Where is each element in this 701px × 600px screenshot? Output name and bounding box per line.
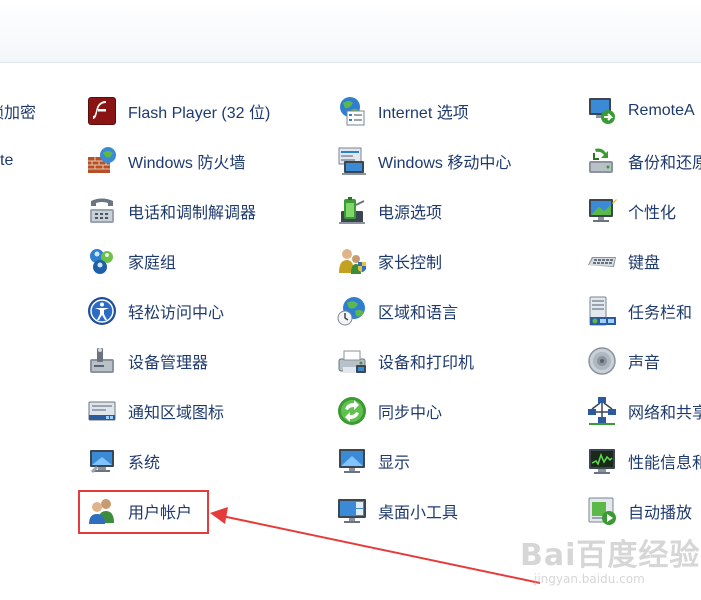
watermark-url: jingyan.baidu.com <box>534 572 645 586</box>
watermark-text: Bai百度经验 <box>520 538 701 573</box>
annotation-arrow <box>210 507 541 584</box>
baidu-watermark: Bai百度经验 jingyan.baidu.com <box>520 530 700 586</box>
